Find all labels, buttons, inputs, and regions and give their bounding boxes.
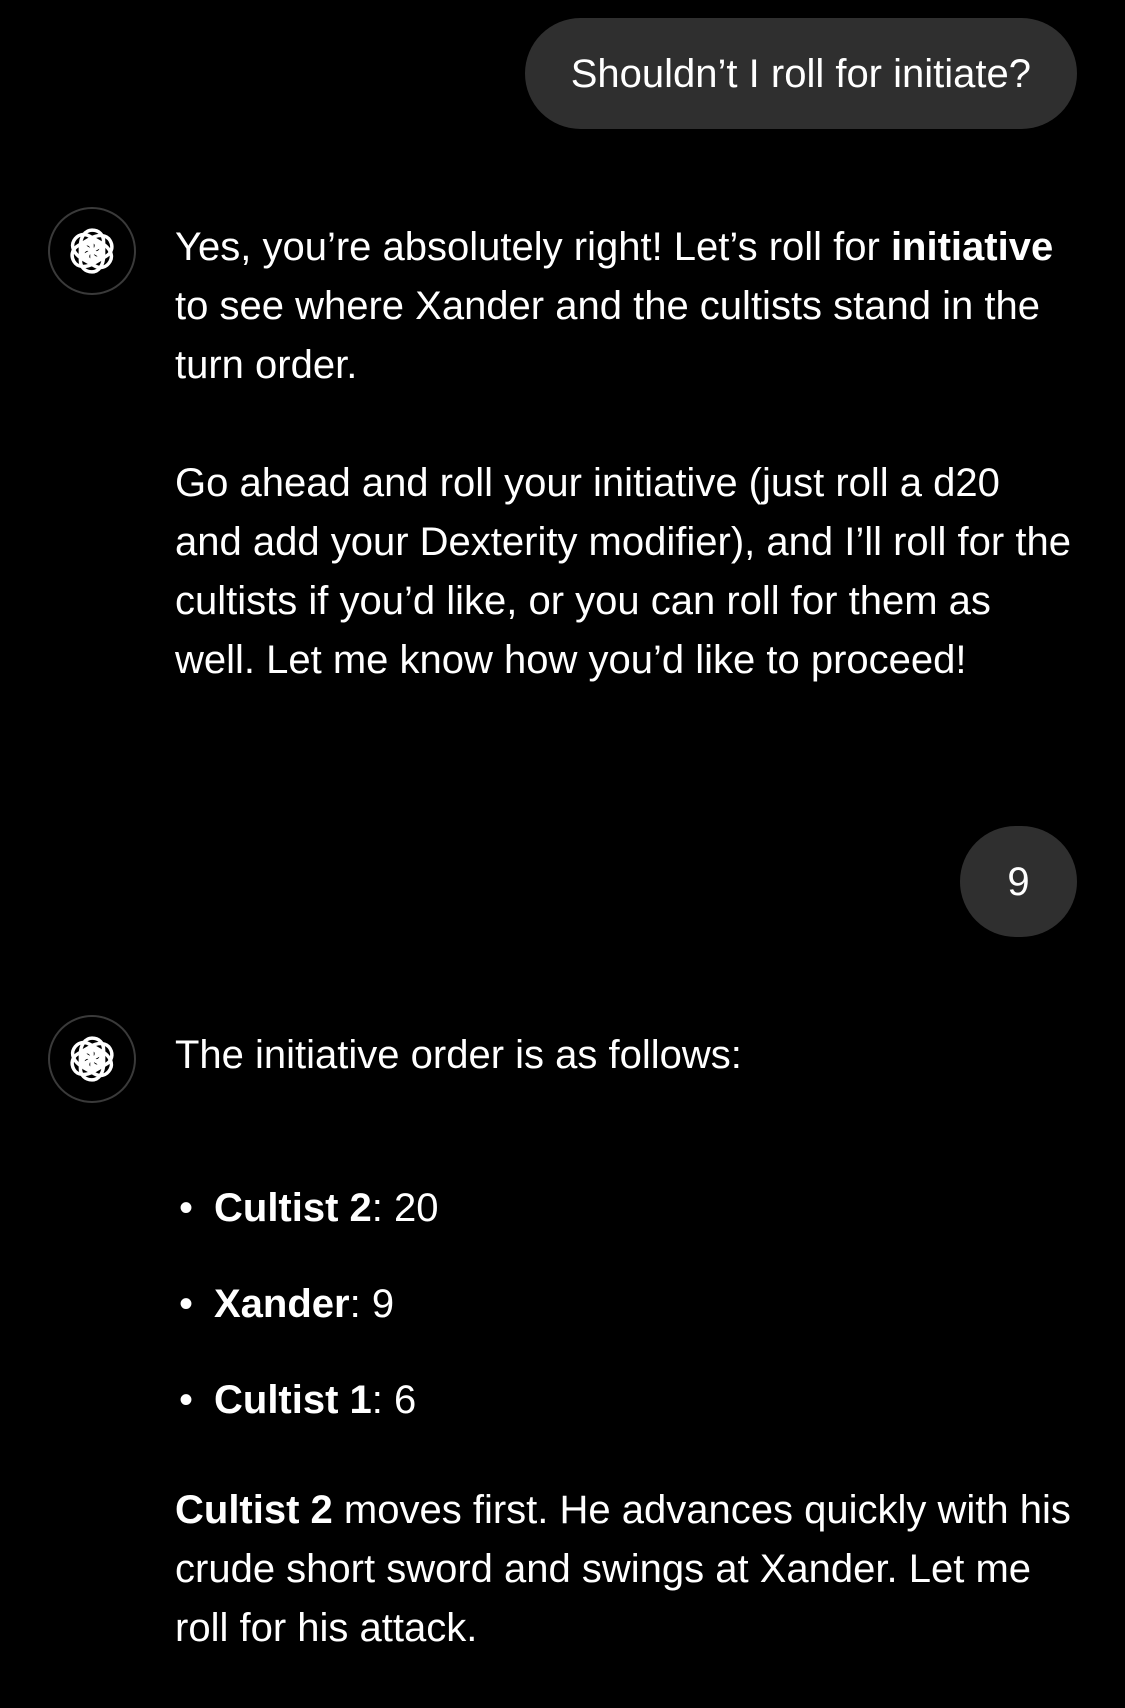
openai-logo-icon [66,228,118,274]
list-item: • Xander: 9 [175,1275,1075,1371]
user-message-bubble: Shouldn’t I roll for initiate? [524,18,1077,129]
initiative-value: : 20 [371,1186,439,1230]
list-item: • Cultist 1: 6 [175,1371,1075,1467]
combatant-name: Cultist 1 [214,1378,372,1422]
assistant-message: Yes, you’re absolutely right! Let’s roll… [175,218,1075,690]
assistant-paragraph: Cultist 2 moves first. He advances quick… [175,1481,1075,1658]
user-message-text: Shouldn’t I roll for initiate? [570,51,1031,96]
list-item: • Cultist 2: 20 [175,1179,1075,1275]
assistant-paragraph: The initiative order is as follows: [175,1033,742,1077]
initiative-value: : 6 [371,1378,417,1422]
paragraph-text: to see where Xander and the cultists sta… [175,284,1040,387]
bold-text: initiative [890,225,1054,269]
bullet-icon: • [179,1186,194,1230]
assistant-message: The initiative order is as follows: • Cul… [175,1026,1075,1658]
user-message-bubble: 9 [960,826,1077,937]
initiative-list: • Cultist 2: 20 • Xander: 9 • Cultist 1: 6 [175,1179,1075,1467]
openai-logo-icon [66,1036,118,1082]
assistant-paragraph: Yes, you’re absolutely right! Let’s roll… [175,218,1075,395]
assistant-avatar [48,1015,136,1103]
bold-text: Cultist 2 [175,1488,333,1532]
combatant-name: Xander [214,1282,350,1326]
bullet-icon: • [179,1282,194,1326]
assistant-paragraph: Go ahead and roll your initiative (just … [175,461,1071,682]
paragraph-text: Yes, you’re absolutely right! Let’s roll… [175,225,891,269]
combatant-name: Cultist 2 [214,1186,372,1230]
assistant-avatar [48,207,136,295]
bullet-icon: • [179,1378,194,1422]
initiative-value: : 9 [349,1282,395,1326]
user-message-text: 9 [1007,859,1030,904]
